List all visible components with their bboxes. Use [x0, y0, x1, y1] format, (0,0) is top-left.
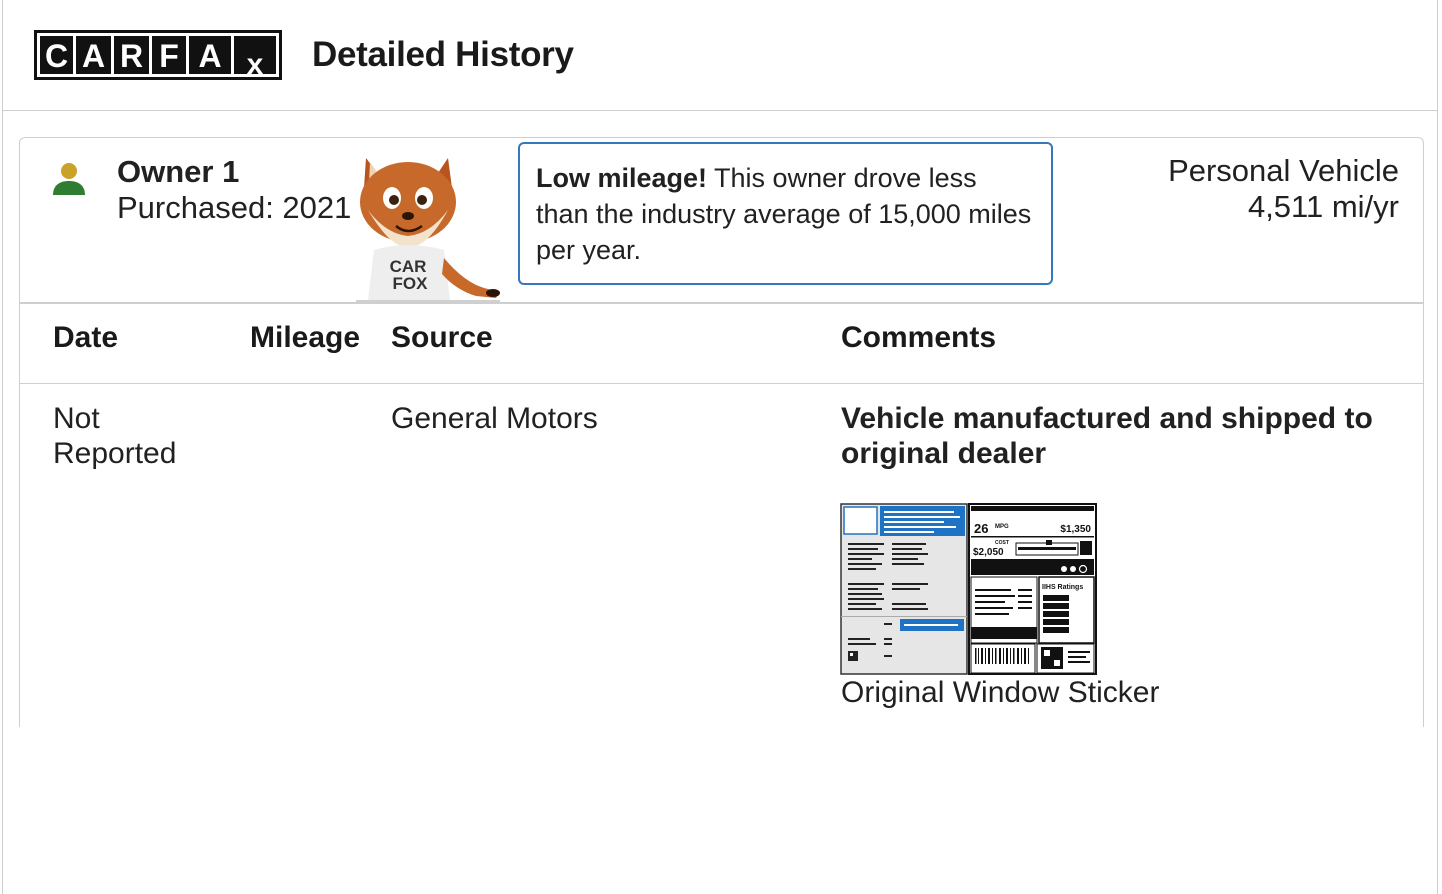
sticker-savings: $1,350: [1060, 524, 1091, 535]
svg-text:A: A: [198, 38, 221, 74]
svg-text:x: x: [247, 48, 264, 80]
window-sticker-link[interactable]: Original Window Sticker: [841, 675, 1159, 711]
owner-name: Owner 1: [117, 154, 240, 189]
row-source: General Motors: [391, 402, 598, 435]
mascot-shirt-line-2: FOX: [393, 274, 429, 293]
carfox-mascot-icon: CAR FOX: [356, 158, 500, 302]
page-title: Detailed History: [312, 35, 574, 74]
column-header-source: Source: [391, 321, 493, 354]
svg-text:A: A: [82, 38, 105, 74]
sticker-mpg: 26: [974, 521, 988, 536]
row-comment: Vehicle manufactured and shipped to orig…: [841, 402, 1373, 470]
sticker-annual-cost: $2,050: [973, 547, 1004, 558]
column-header-mileage: Mileage: [250, 321, 361, 354]
sticker-ratings-title: IIHS Ratings: [1042, 584, 1083, 591]
low-mileage-callout: Low mileage! This owner drove less than …: [518, 142, 1053, 285]
history-table-header: [19, 302, 1424, 384]
column-header-date: Date: [53, 321, 119, 354]
sticker-cost-label: COST: [995, 540, 1009, 546]
annual-mileage: 4,511 mi/yr: [1247, 189, 1399, 224]
sticker-mpg-unit: MPG: [995, 524, 1009, 530]
svg-text:C: C: [45, 38, 68, 74]
carfax-logo: C A R F A x: [34, 30, 282, 80]
person-icon: [53, 163, 85, 195]
low-mileage-lead: Low mileage!: [536, 163, 708, 193]
row-date: Not Reported: [53, 402, 177, 470]
svg-text:R: R: [120, 38, 143, 74]
column-header-comments: Comments: [841, 321, 997, 354]
svg-text:F: F: [159, 38, 179, 74]
owner-purchased: Purchased: 2021: [117, 190, 352, 225]
vehicle-type: Personal Vehicle: [1168, 153, 1399, 188]
window-sticker-thumbnail[interactable]: 26 MPG $1,350 COST $2,050 IIHS Ratings: [840, 503, 1097, 675]
